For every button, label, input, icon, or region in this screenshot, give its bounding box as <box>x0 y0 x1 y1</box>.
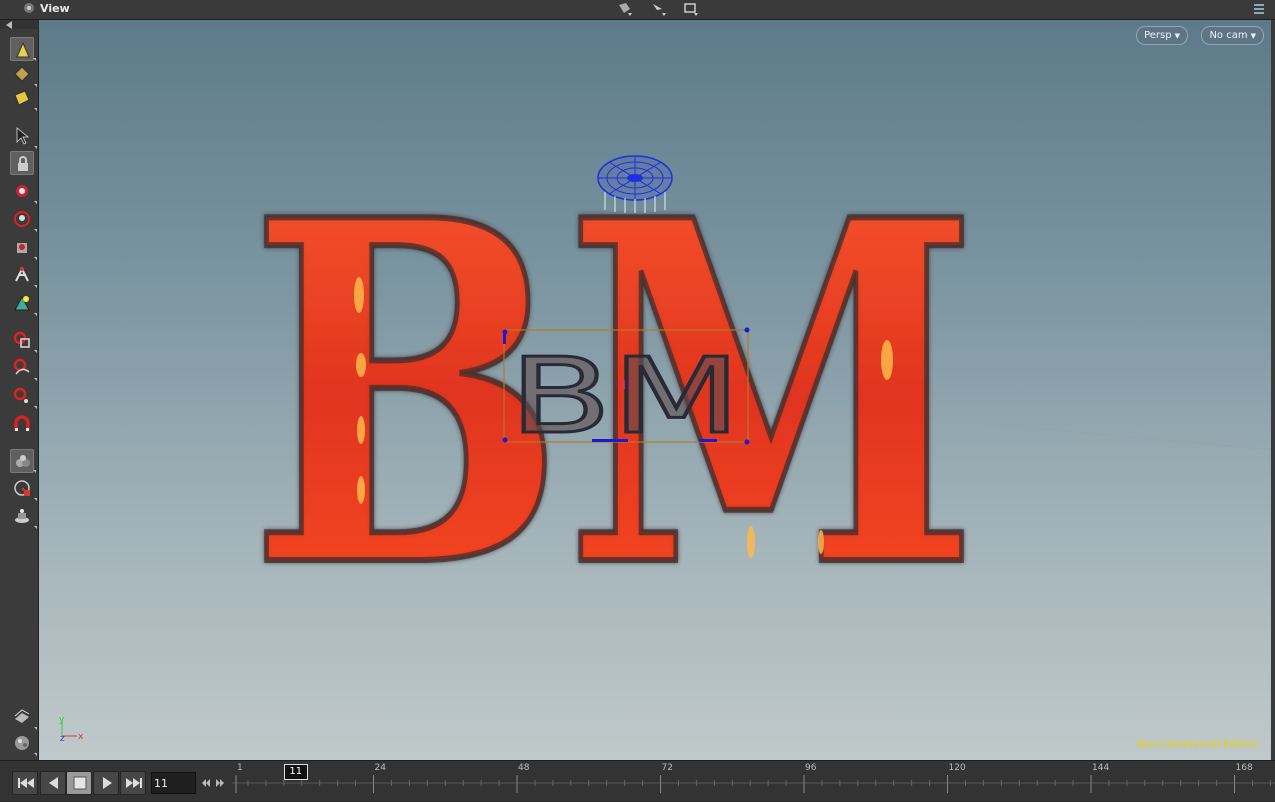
scale-tool[interactable] <box>10 235 37 260</box>
right-scrollbar[interactable] <box>1271 20 1275 760</box>
magnet-tool[interactable] <box>10 384 37 409</box>
persp-handle-icon[interactable] <box>616 1 636 18</box>
render-region-icon <box>16 455 30 467</box>
axis-z-label: z <box>60 734 65 744</box>
timeline-ruler[interactable]: 1 24 48 72 96 120 144 168 11 <box>232 761 1275 802</box>
collapse-arrow-icon[interactable] <box>6 21 14 29</box>
lock-icon <box>18 156 28 171</box>
select-points-tool[interactable] <box>10 37 36 61</box>
chevron-down-icon: ▼ <box>1250 32 1256 40</box>
curve-tool[interactable] <box>10 356 37 381</box>
tick-label: 168 <box>1235 763 1253 773</box>
view-pane-icon[interactable] <box>22 1 36 15</box>
select-edges-tool[interactable] <box>10 62 37 87</box>
jump-end-icon <box>126 778 142 788</box>
scene-render: BM BM <box>246 116 1275 674</box>
display-options-icon <box>14 709 30 723</box>
rotate-icon <box>14 211 30 227</box>
handle-tool[interactable] <box>10 328 37 353</box>
pose-icon <box>15 266 29 282</box>
perspective-label: Persp <box>1144 30 1172 41</box>
tick-label: 120 <box>948 763 966 773</box>
jump-start-button[interactable] <box>12 771 38 795</box>
brush-icon <box>14 295 30 311</box>
transform-handle-icon[interactable] <box>682 1 702 18</box>
snap-icon <box>14 480 30 496</box>
magnet-red-tool[interactable] <box>10 412 34 436</box>
translate-tool[interactable] <box>10 179 37 204</box>
curve-icon <box>13 358 30 375</box>
light-icon <box>15 509 29 523</box>
jump-end-button[interactable] <box>120 771 146 795</box>
tick-label: 1 <box>237 763 243 773</box>
tick-label: 24 <box>374 763 386 773</box>
pane-menu-icon[interactable] <box>1250 1 1270 18</box>
chevron-down-icon: ▼ <box>1174 32 1180 40</box>
shading-mode-icon <box>15 736 29 750</box>
step-forward-icon[interactable] <box>215 776 225 790</box>
snap-tool[interactable] <box>10 476 37 501</box>
tick-label: 72 <box>661 763 673 773</box>
translate-icon <box>16 185 28 197</box>
scene-viewport[interactable]: BM BM Persp ▼ No cam ▼ y z x Non-Commerc… <box>39 20 1275 760</box>
brush-tool[interactable] <box>10 291 37 316</box>
current-frame-field[interactable]: 11 <box>151 772 196 794</box>
magnet-icon <box>13 387 28 403</box>
select-handle-icon[interactable] <box>650 1 670 18</box>
camera-label: No cam <box>1209 30 1248 41</box>
handle-icon <box>13 331 30 348</box>
tab-strip <box>0 20 38 29</box>
axis-gizmo: y z x <box>59 715 84 744</box>
playbar: 11 1 24 48 72 96 120 144 168 11 <box>0 760 1275 801</box>
non-commercial-watermark: Non-Commercial Edition <box>1136 739 1258 750</box>
tool-shelf <box>0 29 39 760</box>
camera-menu[interactable]: No cam ▼ <box>1201 26 1264 45</box>
stop-button[interactable] <box>66 771 92 795</box>
pane-title[interactable]: View <box>40 2 70 15</box>
rotate-tool[interactable] <box>10 207 37 232</box>
stop-icon <box>73 776 87 790</box>
select-arrow-icon <box>16 127 30 145</box>
perspective-menu[interactable]: Persp ▼ <box>1136 26 1188 45</box>
play-reverse-icon <box>49 777 58 789</box>
shading-mode-tool[interactable] <box>10 731 37 756</box>
tick-label: 96 <box>805 763 817 773</box>
magnet-red-icon <box>14 415 30 431</box>
light-tool[interactable] <box>10 504 37 529</box>
pane-header: View <box>0 0 1275 20</box>
scale-icon <box>17 243 27 253</box>
ruler-ticks <box>232 775 1275 793</box>
step-back-icon[interactable] <box>201 776 211 790</box>
select-points-icon <box>16 41 30 58</box>
play-forward-button[interactable] <box>93 771 119 795</box>
display-options-tool[interactable] <box>10 705 37 730</box>
scene-text-small[interactable]: BM <box>508 334 743 459</box>
lock-tool[interactable] <box>10 151 34 175</box>
select-primitives-icon <box>14 90 30 106</box>
axis-y-label: y <box>59 715 65 725</box>
select-primitives-tool[interactable] <box>10 86 37 111</box>
jump-start-icon <box>18 778 34 788</box>
playhead[interactable]: 11 <box>283 764 308 780</box>
tick-label: 144 <box>1092 763 1110 773</box>
axis-x-label: x <box>78 732 84 742</box>
select-arrow-tool[interactable] <box>10 124 37 149</box>
play-reverse-button[interactable] <box>40 771 66 795</box>
tick-label: 48 <box>518 763 530 773</box>
render-region-tool[interactable] <box>10 449 36 473</box>
select-edges-icon <box>14 66 30 82</box>
pose-tool[interactable] <box>10 263 37 288</box>
play-forward-icon <box>103 777 112 789</box>
